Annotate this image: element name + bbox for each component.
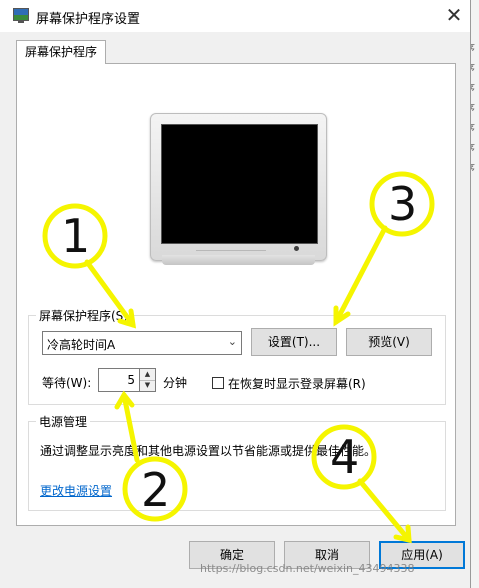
resume-logon-label[interactable]: 在恢复时显示登录屏幕(R) (228, 375, 366, 392)
monitor-power-light (294, 246, 299, 251)
screensaver-settings-dialog: 屏幕保护程序设置 ✕ 屏幕保护程序 屏幕保护程序(S) 冷高轮时间A ⌄ 设置(… (0, 0, 471, 588)
monitor-stand (162, 255, 315, 265)
power-group-title: 电源管理 (36, 413, 91, 430)
preview-button[interactable]: 预览(V) (346, 328, 432, 356)
power-description: 通过调整显示亮度和其他电源设置以节省能源或提供最佳性能。 (40, 444, 377, 458)
title-bar[interactable]: 屏幕保护程序设置 ✕ (0, 0, 470, 32)
wait-minutes-input[interactable]: 5 (98, 368, 140, 392)
change-power-settings-link[interactable]: 更改电源设置 (40, 482, 112, 499)
screensaver-selected-value: 冷高轮时间A (47, 338, 116, 352)
monitor-preview (150, 113, 327, 261)
window-title: 屏幕保护程序设置 (36, 12, 141, 27)
close-button[interactable]: ✕ (438, 0, 470, 32)
chevron-down-icon: ⌄ (227, 335, 237, 348)
screensaver-group-title: 屏幕保护程序(S) (36, 307, 131, 324)
monitor-icon (13, 8, 29, 23)
wait-unit-label: 分钟 (163, 376, 188, 390)
settings-button[interactable]: 设置(T)... (251, 328, 337, 356)
wait-stepper[interactable]: ▲ ▼ (140, 368, 156, 392)
watermark: https://blog.csdn.net/weixin_43494338 (200, 562, 415, 575)
resume-logon-checkbox[interactable] (212, 377, 224, 389)
screensaver-select[interactable]: 冷高轮时间A ⌄ (42, 331, 242, 355)
monitor-vent (196, 250, 266, 251)
wait-label: 等待(W): (42, 376, 92, 390)
stepper-down-icon[interactable]: ▼ (140, 380, 155, 391)
tab-screensaver[interactable]: 屏幕保护程序 (16, 40, 106, 64)
preview-screen (161, 124, 318, 244)
